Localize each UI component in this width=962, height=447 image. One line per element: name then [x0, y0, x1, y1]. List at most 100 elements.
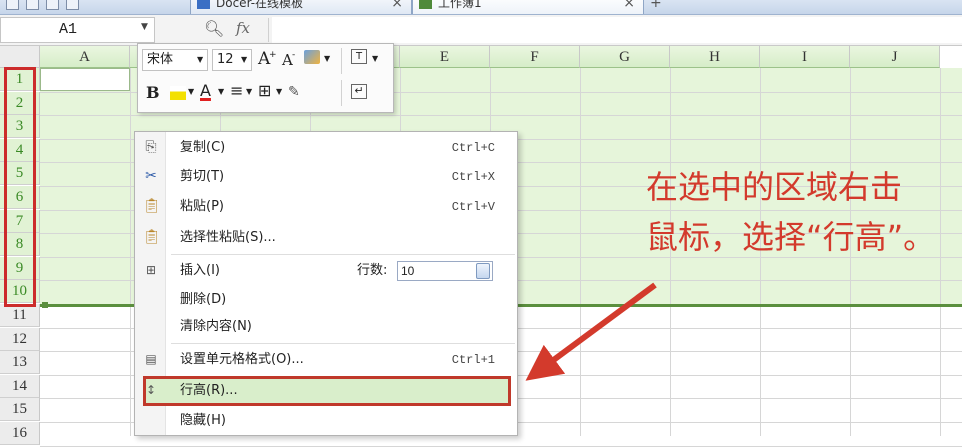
menu-item-clear-contents[interactable]: 清除内容(N): [135, 315, 517, 339]
menu-separator: [171, 343, 515, 344]
row-header-13[interactable]: 13: [0, 351, 40, 375]
font-color-button[interactable]: A: [200, 80, 211, 102]
row-header-12[interactable]: 12: [0, 327, 40, 351]
menu-item-label: 隐藏(H): [180, 413, 226, 428]
merge-cells-icon[interactable]: ↵: [351, 84, 367, 99]
text-wrap-icon[interactable]: T: [351, 49, 367, 64]
format-painter-icon[interactable]: ✎: [288, 81, 300, 103]
column-header-g[interactable]: G: [580, 46, 670, 68]
cell-style-icon[interactable]: [304, 50, 320, 64]
rows-count-value: 10: [401, 264, 415, 278]
copy-icon: ⎘: [145, 139, 157, 155]
tab-label: Docer-在线模板: [216, 0, 304, 10]
menu-item-paste[interactable]: 📋︎ 粘贴(P) Ctrl+V: [135, 195, 517, 219]
divider: [341, 80, 342, 106]
column-header-f[interactable]: F: [490, 46, 580, 68]
chevron-down-icon[interactable]: ▼: [218, 81, 224, 103]
menu-item-label: 插入(I): [180, 263, 220, 278]
rows-count-label: 行数:: [357, 263, 388, 278]
menu-separator: [171, 254, 515, 255]
menu-item-insert[interactable]: ⊞ 插入(I) 行数: 10: [135, 259, 517, 283]
row-height-highlight: [143, 376, 511, 406]
borders-icon[interactable]: ⊞: [258, 80, 271, 102]
chevron-down-icon: ▼: [241, 55, 248, 64]
menu-item-hide[interactable]: 隐藏(H): [135, 409, 517, 433]
mini-toolbar: 宋体 ▼ 12 ▼ A + A - ▼ T ▼ B ▼ A ▼ ≡ ▼ ⊞ ▼ …: [137, 43, 394, 113]
menu-item-label: 清除内容(N): [180, 319, 252, 334]
row-header-15[interactable]: 15: [0, 398, 40, 422]
folder-icon[interactable]: [6, 0, 19, 10]
spreadsheet-icon: [419, 0, 432, 9]
menu-item-label: 选择性粘贴(S)...: [180, 230, 276, 245]
format-cells-icon: ▤: [145, 352, 157, 366]
column-header-j[interactable]: J: [850, 46, 940, 68]
divider: [341, 48, 342, 74]
paste-icon: 📋︎: [143, 198, 161, 214]
menu-item-copy[interactable]: ⎘ 复制(C) Ctrl+C: [135, 136, 517, 160]
divider: [268, 18, 269, 42]
active-cell[interactable]: [40, 68, 130, 91]
spinner-icon[interactable]: [476, 263, 490, 279]
zoom-icon[interactable]: 🔍︎: [204, 19, 224, 38]
print-preview-icon[interactable]: [66, 0, 79, 10]
close-icon[interactable]: ×: [623, 0, 635, 11]
chevron-down-icon: ▼: [197, 55, 204, 64]
grid-column-line: [130, 68, 131, 436]
chevron-down-icon[interactable]: ▼: [372, 48, 378, 70]
insert-function-icon[interactable]: fx: [236, 19, 250, 37]
insert-rows-icon: ⊞: [145, 263, 157, 277]
tab-strip: Docer-在线模板 × 工作簿1 × +: [0, 0, 962, 15]
bold-button[interactable]: B: [146, 82, 160, 104]
menu-item-label: 设置单元格格式(O)...: [180, 352, 304, 367]
scissors-icon: ✂: [145, 168, 157, 184]
save-icon[interactable]: [26, 0, 39, 10]
menu-item-shortcut: Ctrl+1: [451, 353, 495, 367]
grid-row-line: [40, 115, 962, 117]
row-header-16[interactable]: 16: [0, 422, 40, 445]
row-header-11[interactable]: 11: [0, 304, 40, 327]
column-header-a[interactable]: A: [40, 46, 130, 68]
shrink-font-minus-icon: -: [292, 50, 296, 60]
menu-item-shortcut: Ctrl+X: [451, 170, 495, 184]
close-icon[interactable]: ×: [391, 0, 403, 11]
column-header-e[interactable]: E: [400, 46, 490, 68]
print-icon[interactable]: [46, 0, 59, 10]
chevron-down-icon[interactable]: ▼: [246, 81, 252, 103]
name-box[interactable]: A1: [0, 17, 155, 43]
menu-item-label: 粘贴(P): [180, 199, 224, 214]
docer-logo-icon: [197, 0, 210, 9]
grid-column-line: [580, 68, 581, 436]
grow-font-plus-icon: +: [269, 50, 277, 60]
menu-item-label: 删除(D): [180, 292, 227, 307]
chevron-down-icon[interactable]: ▼: [276, 81, 282, 103]
menu-item-shortcut: Ctrl+C: [451, 141, 495, 155]
new-tab-icon[interactable]: +: [650, 0, 662, 11]
font-name-select[interactable]: 宋体 ▼: [142, 49, 208, 71]
grid-row-line: [40, 445, 962, 447]
context-menu: ⎘ 复制(C) Ctrl+C ✂ 剪切(T) Ctrl+X 📋︎ 粘贴(P) C…: [134, 131, 518, 436]
font-name-value: 宋体: [147, 52, 174, 67]
font-size-value: 12: [217, 52, 234, 67]
annotation-text: 在选中的区域右击 鼠标，选择“行高”。: [646, 168, 936, 256]
menu-item-delete[interactable]: 删除(D): [135, 288, 517, 312]
tab-docer-templates[interactable]: Docer-在线模板 ×: [190, 0, 412, 14]
select-all-corner[interactable]: [0, 46, 40, 68]
fill-color-icon[interactable]: [170, 86, 186, 100]
column-header-i[interactable]: I: [760, 46, 850, 68]
formula-input[interactable]: [272, 17, 962, 43]
fill-handle[interactable]: [42, 302, 48, 308]
align-center-icon[interactable]: ≡: [230, 80, 243, 102]
menu-item-format-cells[interactable]: ▤ 设置单元格格式(O)... Ctrl+1: [135, 348, 517, 372]
font-size-select[interactable]: 12 ▼: [212, 49, 252, 71]
menu-item-label: 复制(C): [180, 140, 226, 155]
rows-count-input[interactable]: 10: [397, 261, 493, 281]
row-header-14[interactable]: 14: [0, 374, 40, 398]
menu-item-paste-special[interactable]: 📋︎ 选择性粘贴(S)...: [135, 226, 517, 250]
menu-item-cut[interactable]: ✂ 剪切(T) Ctrl+X: [135, 165, 517, 189]
chevron-down-icon[interactable]: ▼: [188, 81, 194, 103]
column-header-h[interactable]: H: [670, 46, 760, 68]
chevron-down-icon[interactable]: ▼: [324, 48, 330, 70]
tab-workbook1[interactable]: 工作簿1 ×: [412, 0, 644, 14]
menu-item-shortcut: Ctrl+V: [451, 200, 495, 214]
chevron-down-icon[interactable]: ▼: [141, 22, 148, 32]
